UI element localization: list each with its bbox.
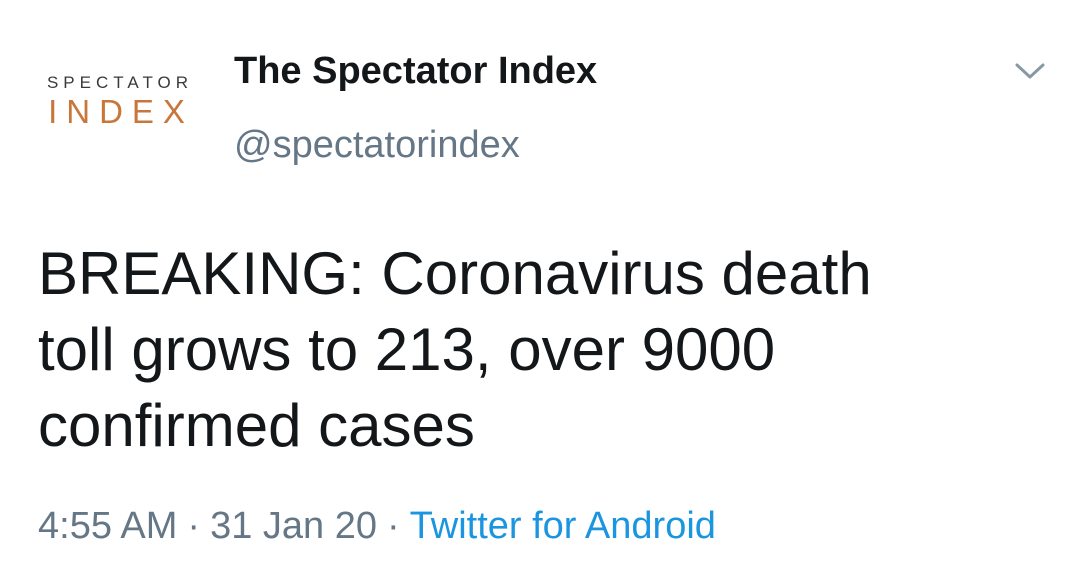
tweet-time[interactable]: 4:55 AM [38,505,177,547]
avatar-line-2: INDEX [48,93,194,130]
separator-dot: · [387,505,400,547]
tweet-card: SPECTATOR INDEX The Spectator Index @spe… [0,0,1080,584]
display-name[interactable]: The Spectator Index [234,48,597,94]
tweet-meta: 4:55 AM · 31 Jan 20 · Twitter for Android [38,502,716,550]
tweet-source-link[interactable]: Twitter for Android [410,505,716,547]
separator-dot: · [187,505,201,547]
avatar[interactable]: SPECTATOR INDEX [38,72,198,142]
tweet-text: BREAKING: Coronavirus death toll grows t… [38,240,872,459]
chevron-down-icon[interactable] [1011,56,1049,86]
user-handle[interactable]: @spectatorindex [234,122,520,168]
tweet-date[interactable]: 31 Jan 20 [210,505,377,547]
avatar-line-1: SPECTATOR [46,73,194,92]
